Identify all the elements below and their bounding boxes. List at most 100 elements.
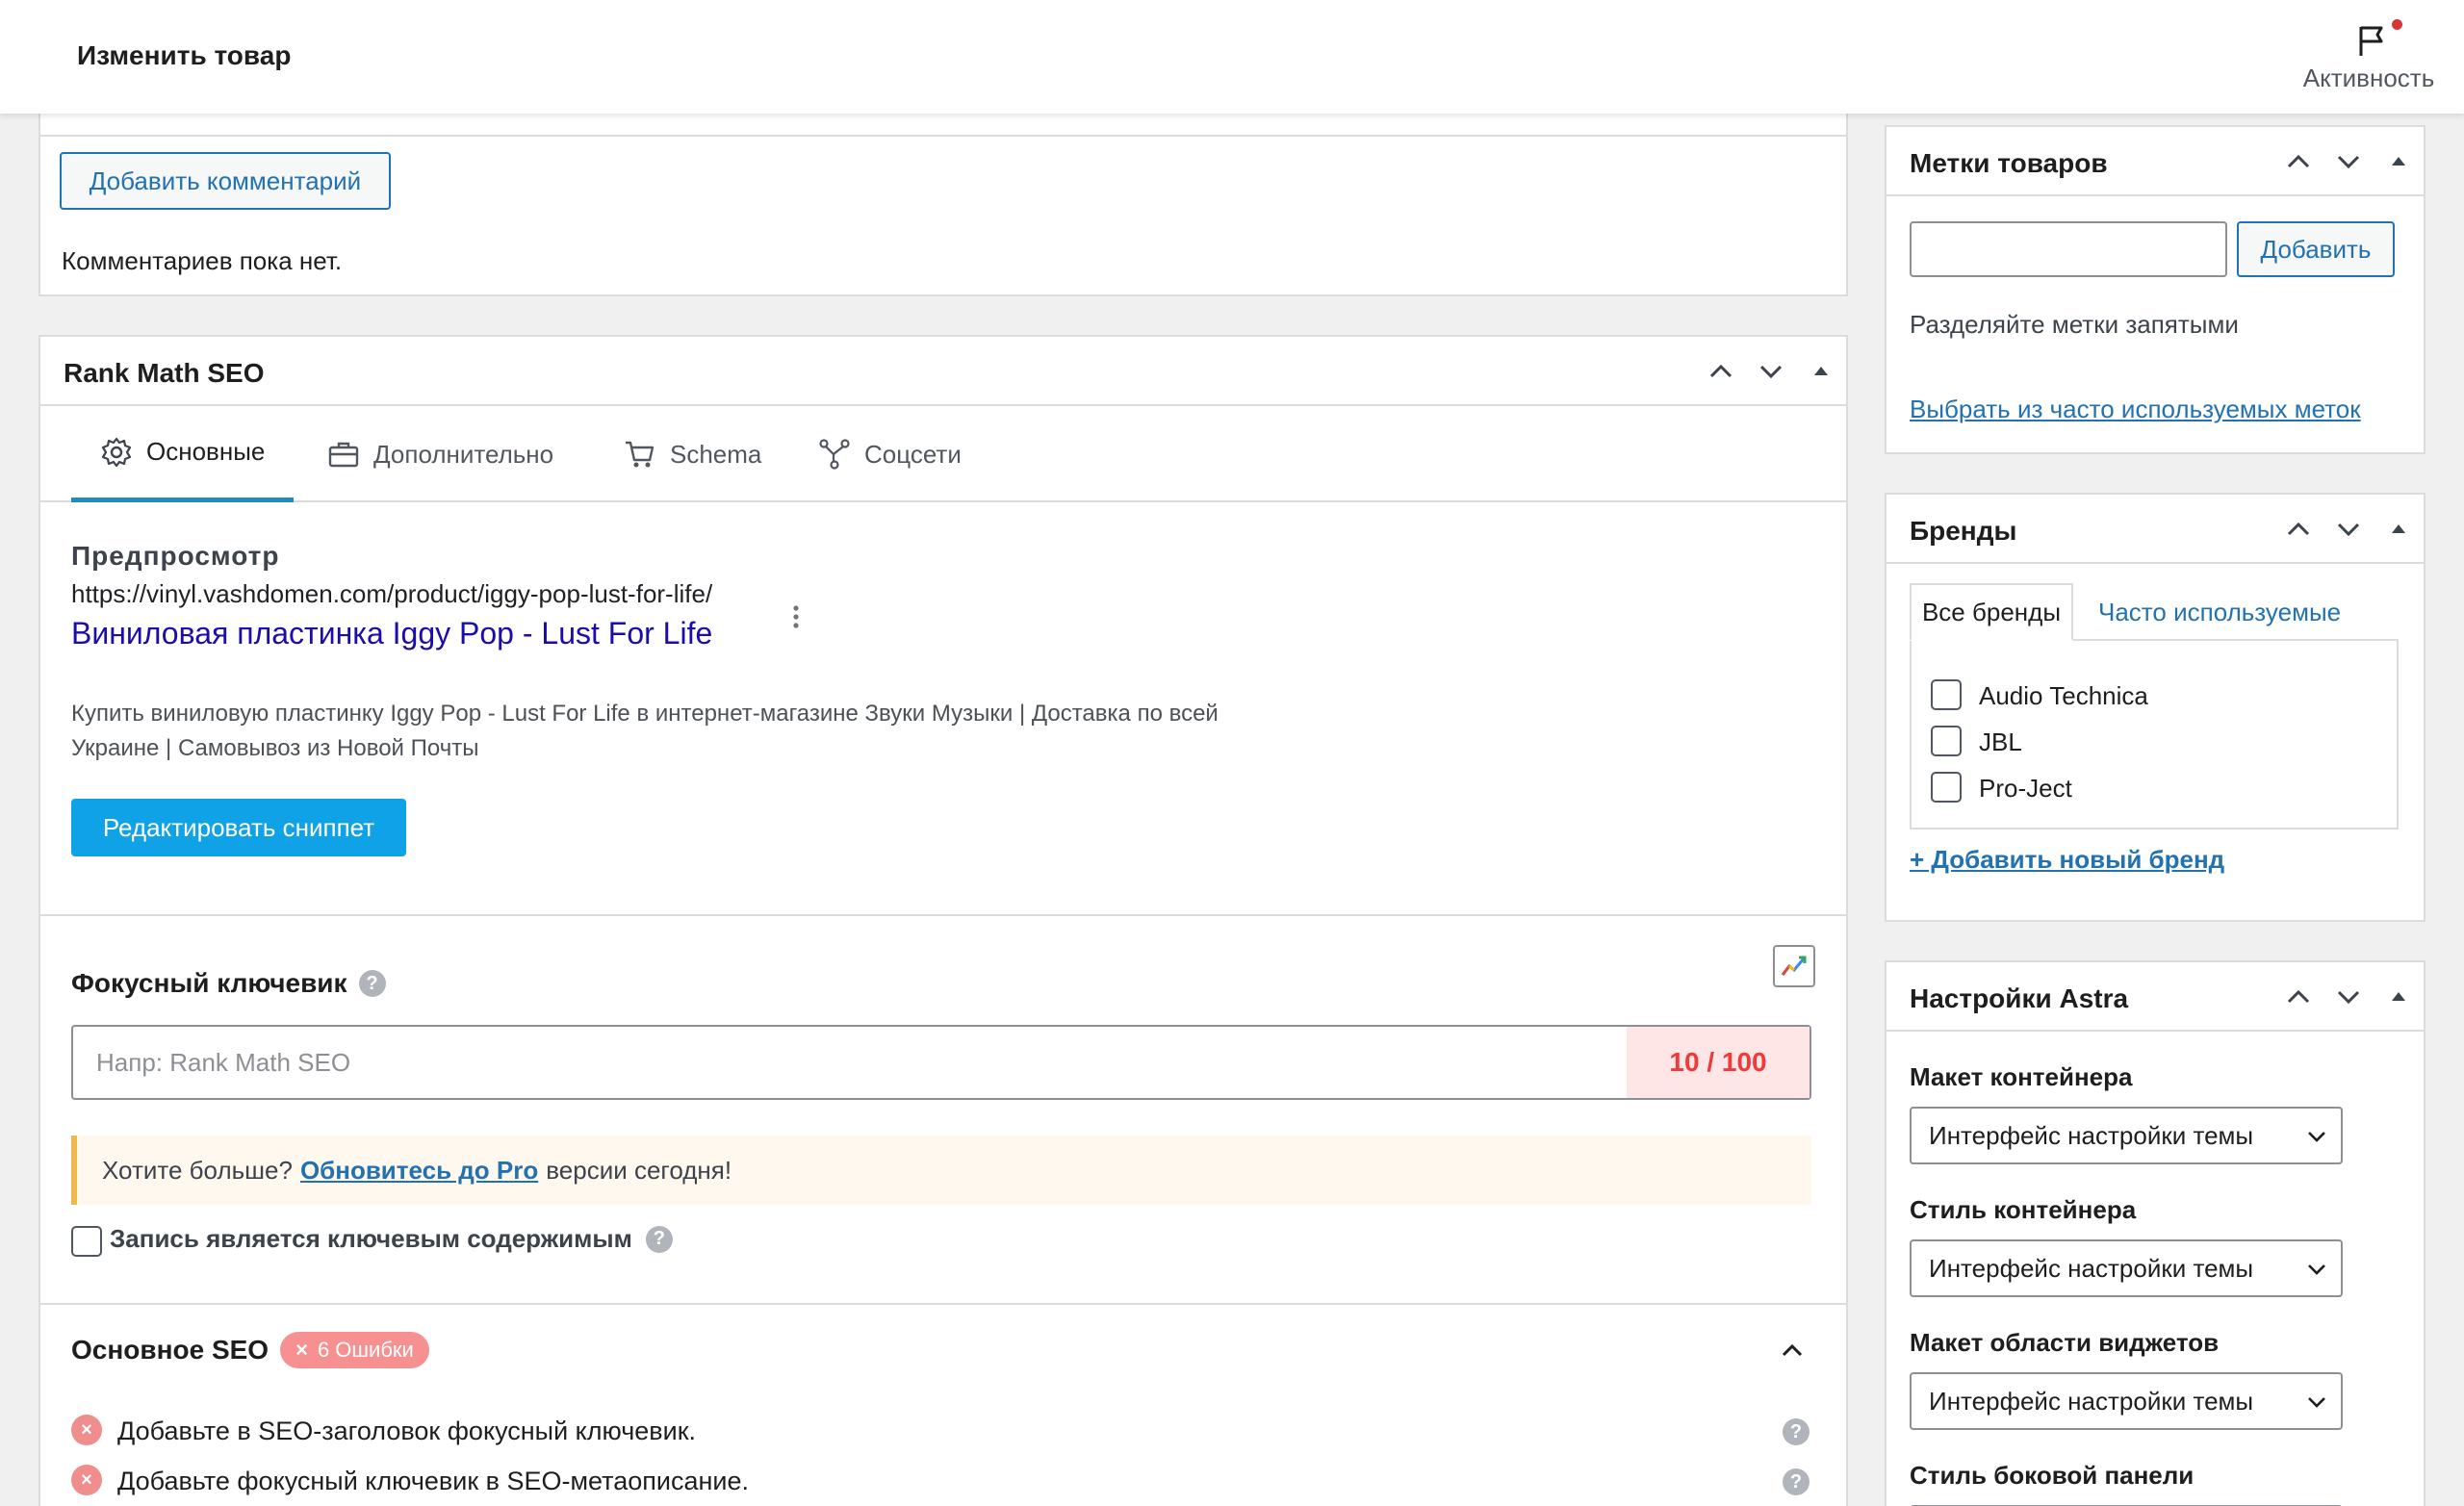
error-icon: × [71,1415,102,1445]
trends-icon [1781,956,1807,976]
basic-seo-header[interactable]: Основное SEO × 6 Ошибки [71,1332,429,1368]
toolbox-icon [328,442,359,468]
move-up-button[interactable] [2283,982,2314,1012]
brands-list: Audio Technica JBL Pro-Ject [1910,639,2399,830]
preview-heading: Предпросмотр [71,541,280,571]
errors-badge-label: 6 Ошибки [317,1338,414,1362]
choose-popular-tags-link[interactable]: Выбрать из часто используемых меток [1910,395,2361,424]
chevron-down-icon [2337,990,2360,1005]
focus-keyword-field[interactable]: 10 / 100 [71,1025,1811,1100]
chevron-up-icon [2287,154,2310,168]
brand-checkbox[interactable] [1931,726,1962,756]
astra-settings-panel: Настройки Astra Макет контейнера Интерфе… [1885,960,2426,1506]
close-icon: × [295,1338,308,1362]
product-tags-title: Метки товаров [1910,148,2108,178]
serp-title[interactable]: Виниловая пластинка Iggy Pop - Lust For … [71,616,712,651]
serp-description: Купить виниловую пластинку Iggy Pop - Lu… [71,701,1219,761]
help-icon[interactable]: ? [645,1225,673,1253]
collapse-panel-button[interactable] [2383,982,2414,1012]
comments-divider [40,135,1846,137]
activity-button[interactable]: Активность [2297,17,2441,98]
product-tags-panel: Метки товаров Добавить Разделяйте метки … [1885,125,2426,454]
notice-text-after: версии сегодня! [546,1155,732,1185]
move-up-button[interactable] [2283,146,2314,177]
chevron-down-icon [2308,1132,2325,1142]
gear-icon [101,437,132,467]
basic-seo-divider [40,1303,1846,1305]
move-down-button[interactable] [2333,514,2364,545]
brand-checkbox[interactable] [1931,679,1962,710]
move-down-button[interactable] [1756,356,1786,387]
add-brand-link[interactable]: + Добавить новый бренд [1910,845,2224,875]
help-icon[interactable]: ? [1783,1468,1810,1495]
tab-schema-label: Schema [670,439,762,469]
comments-panel: Добавить комментарий Комментариев пока н… [38,96,1848,296]
focus-keyword-input[interactable] [73,1027,1613,1098]
no-comments-text: Комментариев пока нет. [62,246,343,275]
share-icon [819,439,850,470]
chevron-up-icon [2287,989,2310,1004]
preview-divider [40,914,1846,916]
rank-math-header: Rank Math SEO [40,337,1846,406]
brand-label: Audio Technica [1979,681,2148,710]
notification-dot [2392,19,2402,30]
edit-snippet-button[interactable]: Редактировать сниппет [71,799,406,856]
astra-title: Настройки Astra [1910,983,2129,1013]
container-layout-value: Интерфейс настройки темы [1929,1120,2254,1150]
error-item: Добавьте в SEO-заголовок фокусный ключев… [117,1417,697,1445]
chevron-down-icon [2337,523,2360,537]
triangle-up-icon [2392,157,2405,166]
tab-general[interactable]: Основные [71,406,295,502]
tags-hint: Разделяйте метки запятыми [1910,310,2239,339]
rank-math-controls [1706,354,1836,389]
activity-label: Активность [2302,64,2435,92]
collapse-panel-button[interactable] [2383,514,2414,545]
astra-header: Настройки Astra [1886,962,2424,1032]
triangle-up-icon [2392,524,2405,533]
tab-schema[interactable]: Schema [624,406,761,502]
trends-button[interactable] [1773,945,1815,987]
chevron-up-icon [2287,522,2310,536]
move-up-button[interactable] [2283,514,2314,545]
brand-label: Pro-Ject [1979,774,2072,803]
help-icon[interactable]: ? [358,970,386,997]
chevron-down-icon [2308,1397,2325,1408]
flag-icon [2359,26,2383,56]
error-item: Добавьте фокусный ключевик в SEO-метаопи… [117,1467,750,1495]
brands-header: Бренды [1886,495,2424,564]
tab-advanced[interactable]: Дополнительно [327,406,553,502]
chevron-down-icon [1759,365,1783,379]
help-icon[interactable]: ? [1783,1418,1810,1445]
brands-panel: Бренды Все бренды Часто используемые Aud… [1885,493,2426,922]
chevron-up-icon [1709,364,1732,378]
focus-keyword-label: Фокусный ключевик ? [71,968,386,999]
more-vertical-icon[interactable] [791,604,801,631]
tag-input[interactable] [1910,221,2227,277]
triangle-up-icon [1814,367,1828,375]
add-tag-button[interactable]: Добавить [2237,221,2395,277]
add-comment-button[interactable]: Добавить комментарий [60,152,391,210]
collapse-panel-button[interactable] [1806,356,1836,387]
brand-checkbox[interactable] [1931,772,1962,803]
collapse-panel-button[interactable] [2383,146,2414,177]
brands-tab-all[interactable]: Все бренды [1910,583,2073,641]
container-style-label: Стиль контейнера [1910,1195,2137,1224]
triangle-up-icon [2392,992,2405,1001]
move-down-button[interactable] [2333,146,2364,177]
brands-tab-popular[interactable]: Часто используемые [2098,583,2341,641]
brand-label: JBL [1979,727,2022,756]
tab-social[interactable]: Соцсети [818,406,962,502]
container-layout-select[interactable]: Интерфейс настройки темы [1910,1107,2343,1164]
container-style-value: Интерфейс настройки темы [1929,1253,2254,1283]
pillar-content-checkbox[interactable] [71,1226,102,1257]
move-down-button[interactable] [2333,982,2364,1012]
widget-area-layout-select[interactable]: Интерфейс настройки темы [1910,1372,2343,1430]
container-style-select[interactable]: Интерфейс настройки темы [1910,1239,2343,1297]
move-up-button[interactable] [1706,356,1736,387]
upgrade-pro-link[interactable]: Обновитесь до Pro [300,1156,538,1186]
astra-controls [2283,980,2414,1014]
seo-score: 10 / 100 [1627,1027,1810,1098]
chevron-up-icon[interactable] [1779,1338,1806,1365]
widget-area-layout-value: Интерфейс настройки темы [1929,1386,2254,1416]
page-title: Изменить товар [77,40,292,70]
